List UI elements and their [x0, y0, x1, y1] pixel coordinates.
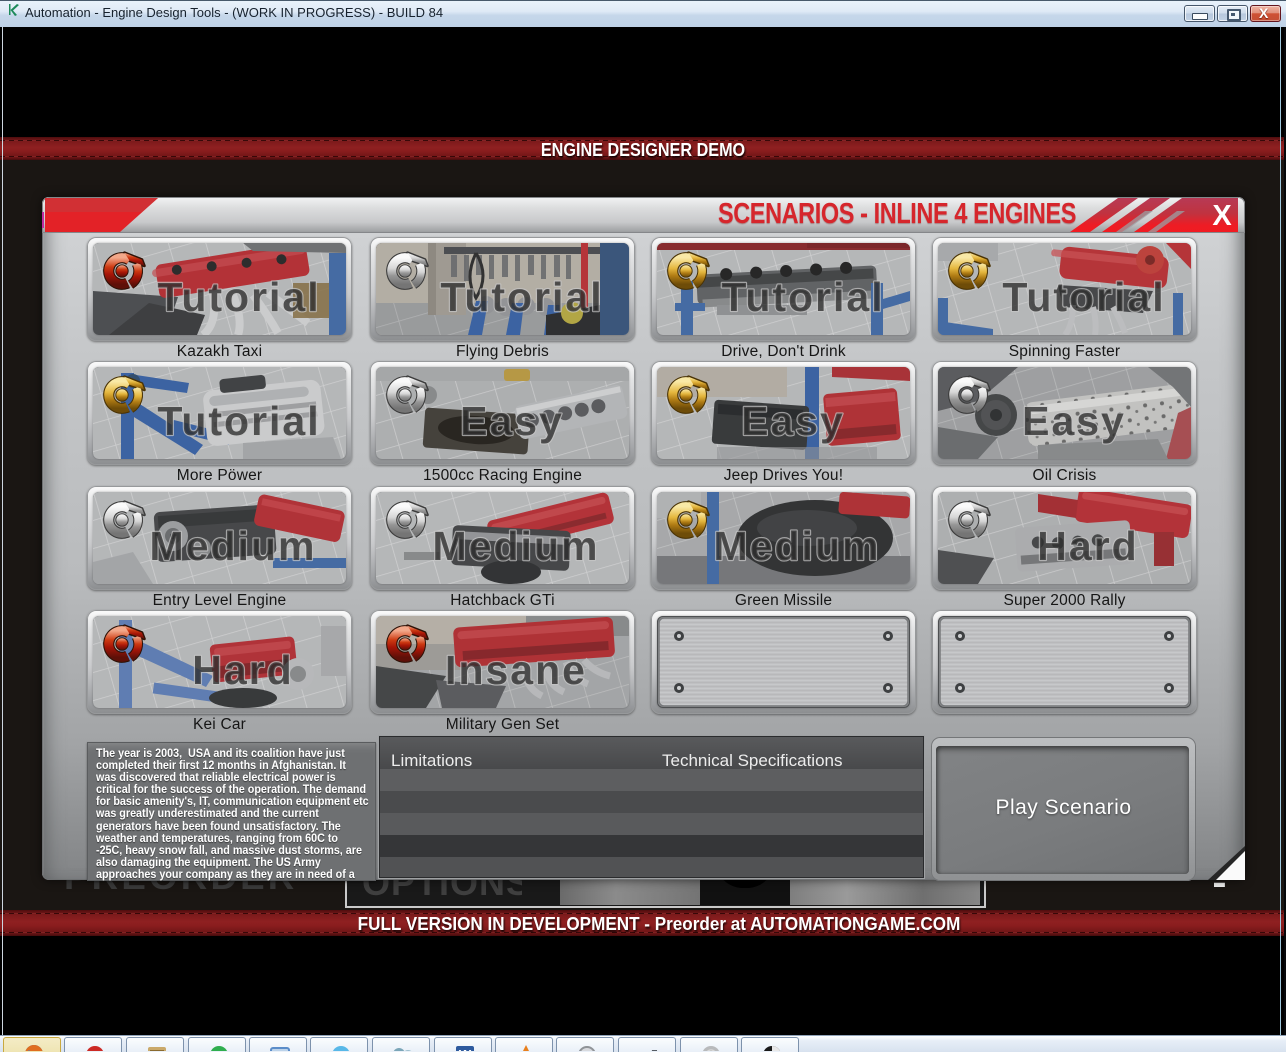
- svg-text:Tutorial: Tutorial: [440, 274, 603, 320]
- svg-text:Medium: Medium: [433, 523, 600, 569]
- svg-text:Easy: Easy: [741, 398, 845, 444]
- svg-text:Tutorial: Tutorial: [157, 274, 320, 320]
- svg-text:Easy: Easy: [1022, 398, 1126, 444]
- svg-text:Tutorial: Tutorial: [721, 274, 884, 320]
- svg-text:Medium: Medium: [150, 523, 317, 569]
- svg-text:Medium: Medium: [714, 523, 881, 569]
- svg-text:Hard: Hard: [1037, 523, 1138, 569]
- svg-text:Tutorial: Tutorial: [157, 398, 320, 444]
- svg-text:Tutorial: Tutorial: [1002, 274, 1165, 320]
- svg-text:Insane: Insane: [445, 647, 587, 693]
- svg-text:W: W: [459, 1047, 472, 1051]
- svg-text:X: X: [1212, 200, 1232, 232]
- svg-text:Easy: Easy: [460, 398, 564, 444]
- svg-text:Hard: Hard: [192, 647, 293, 693]
